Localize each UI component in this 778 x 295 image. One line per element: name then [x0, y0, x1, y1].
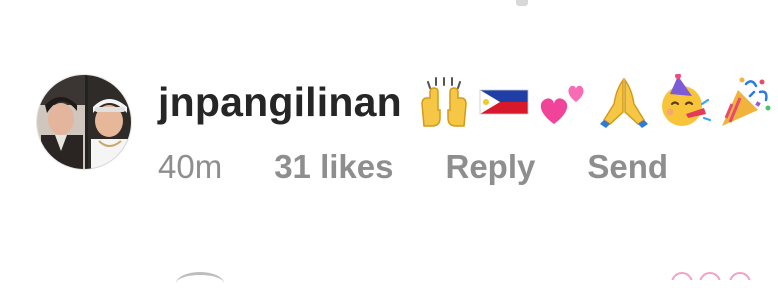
comment-meta-row: 40m 31 likes Reply Send: [158, 148, 668, 186]
two-hearts-emoji-icon: [536, 74, 592, 130]
reply-button[interactable]: Reply: [445, 148, 535, 186]
send-button[interactable]: Send: [587, 148, 668, 186]
next-comment-avatar-edge: [176, 272, 224, 295]
next-comment-emoji-edge: [668, 268, 778, 280]
likes-count-link[interactable]: 31 likes: [274, 148, 393, 186]
avatar-photo: [37, 75, 131, 169]
folded-hands-emoji-icon: [596, 74, 652, 130]
comment-timestamp: 40m: [158, 148, 223, 185]
comment-text-line: jnpangilinan: [158, 74, 772, 130]
comment-item: jnpangilinan 40m 31 likes Reply Send: [36, 74, 776, 194]
raising-hands-emoji-icon: [416, 74, 472, 130]
avatar[interactable]: [36, 74, 132, 170]
party-popper-emoji-icon: [716, 74, 772, 130]
previous-content-edge: [516, 0, 528, 6]
comment-emojis: [416, 74, 772, 130]
partying-face-emoji-icon: [656, 74, 712, 130]
philippines-flag-emoji-icon: [476, 74, 532, 130]
username-link[interactable]: jnpangilinan: [158, 79, 402, 126]
